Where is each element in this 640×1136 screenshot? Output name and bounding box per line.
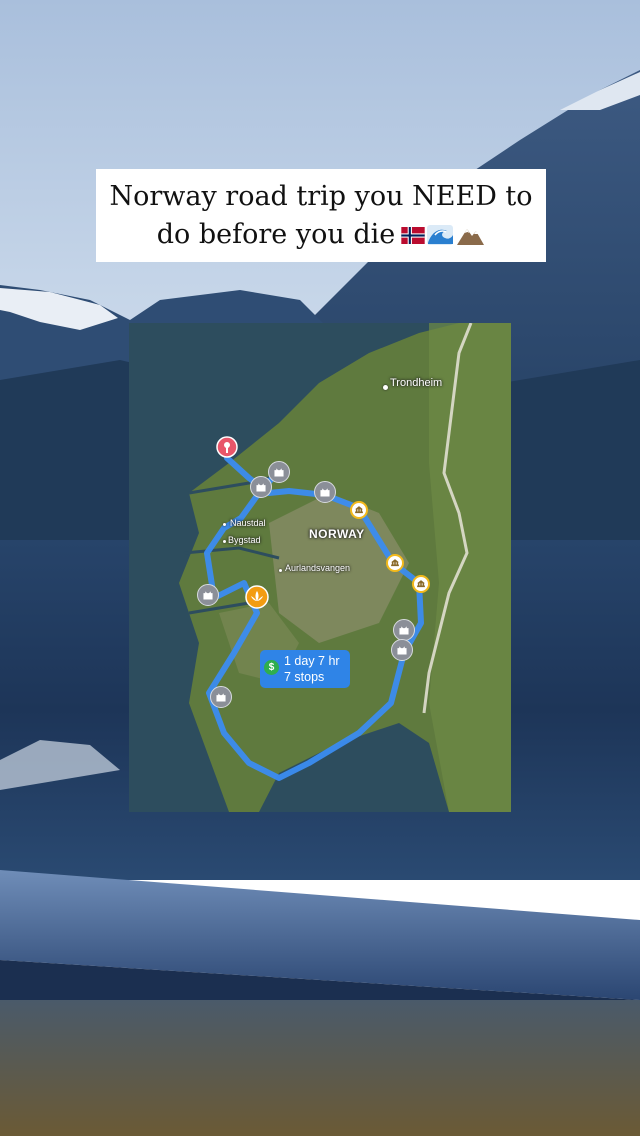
castle-icon[interactable]	[391, 639, 413, 661]
pin-icon[interactable]	[216, 436, 238, 462]
label-naustdal: Naustdal	[230, 518, 266, 528]
caption-line-2: do before you die	[156, 219, 396, 250]
caption-line-1: Norway road trip you NEED to	[109, 181, 533, 212]
museum-icon[interactable]	[386, 554, 404, 572]
money-icon: $	[264, 660, 279, 675]
label-bygstad: Bygstad	[228, 535, 261, 545]
route-stops: 7 stops	[284, 670, 325, 684]
museum-icon[interactable]	[412, 575, 430, 593]
castle-icon[interactable]	[197, 584, 219, 606]
label-aurlandsvangen: Aurlandsvangen	[285, 563, 351, 573]
route-summary-badge[interactable]: $ 1 day 7 hr 7 stops	[260, 650, 350, 688]
castle-icon[interactable]	[393, 619, 415, 641]
aurlandsvangen-dot	[279, 569, 282, 572]
naustdal-dot	[223, 523, 226, 526]
label-trondheim: Trondheim	[390, 377, 443, 389]
castle-icon[interactable]	[210, 686, 232, 708]
museum-icon[interactable]	[350, 501, 368, 519]
mountain-icon	[457, 229, 485, 245]
lotus-icon[interactable]	[245, 585, 269, 609]
caption-line-2-row: do before you die	[106, 216, 536, 254]
trondheim-dot	[383, 385, 388, 390]
route-duration: 1 day 7 hr	[284, 654, 340, 668]
label-norway: NORWAY	[309, 527, 365, 541]
norway-flag-icon	[401, 227, 425, 244]
caption-card: Norway road trip you NEED to do before y…	[96, 169, 546, 262]
route-map[interactable]: Trondheim Naustdal Bygstad NORWAY Aurlan…	[129, 323, 511, 812]
castle-icon[interactable]	[314, 481, 336, 503]
castle-icon[interactable]	[268, 461, 290, 483]
bygstad-dot	[223, 540, 226, 543]
wave-icon	[427, 225, 454, 245]
